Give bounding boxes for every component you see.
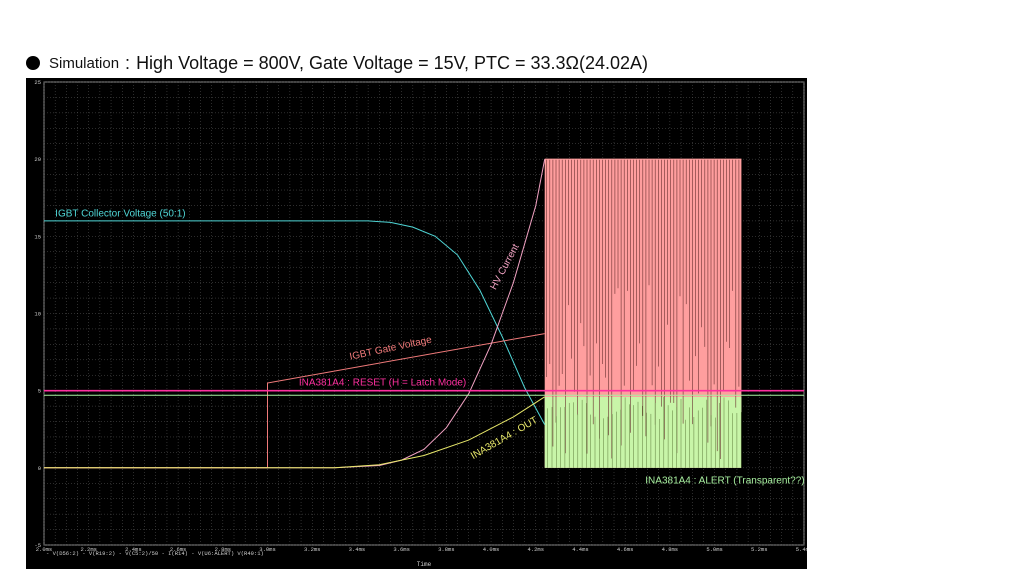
slide-heading: Simulation : High Voltage = 800V, Gate V… xyxy=(26,50,648,76)
x-tick-label: 3.6ms xyxy=(393,546,410,553)
x-tick-label: 4.8ms xyxy=(662,546,679,553)
x-tick-label: 4.2ms xyxy=(528,546,545,553)
bullet-icon xyxy=(26,56,40,70)
x-tick-label: 3.2ms xyxy=(304,546,321,553)
x-tick-label: 4.6ms xyxy=(617,546,634,553)
annotation-current: HV Current xyxy=(488,242,521,292)
waveform-chart: 2.0ms 2.2ms 2.4ms 2.6ms 2.8ms 3.0ms 3.2ms 3.4ms… xyxy=(34,79,807,568)
series-line-collector xyxy=(44,220,546,425)
y-tick-label: 5 xyxy=(38,388,41,395)
x-tick-label: 4.4ms xyxy=(572,546,589,553)
legend: - V(D56:2) - V(R19:2) - V(C5:2)/50 - I(R… xyxy=(46,550,264,557)
x-tick-label: 4.0ms xyxy=(483,546,500,553)
x-axis-label: Time xyxy=(417,561,432,568)
annotation-reset: INA381A4 : RESET (H = Latch Mode) xyxy=(299,377,466,388)
series-line-gate xyxy=(44,333,545,469)
x-tick-label: 5.2ms xyxy=(751,546,768,553)
annotation-gate: IGBT Gate Voltage xyxy=(349,334,434,362)
annotation-collector: IGBT Collector Voltage (50:1) xyxy=(55,208,185,219)
x-tick-label: 5.4ms xyxy=(796,546,807,553)
y-tick-label: 25 xyxy=(34,79,41,86)
y-tick-label: 20 xyxy=(34,156,41,163)
y-tick-label: -5 xyxy=(34,542,41,549)
y-tick-label: 0 xyxy=(38,465,41,472)
heading-separator: : xyxy=(125,52,131,73)
y-tick-label: 10 xyxy=(34,311,41,318)
oscillation-region xyxy=(544,158,742,468)
heading-label: Simulation xyxy=(49,54,120,72)
x-tick-label: 3.8ms xyxy=(438,546,455,553)
heading-text: High Voltage = 800V, Gate Voltage = 15V,… xyxy=(136,52,649,73)
y-tick-label: 15 xyxy=(34,233,41,240)
x-tick-label: 5.0ms xyxy=(706,546,723,553)
annotation-alert: INA381A4 : ALERT (Transparent??) xyxy=(645,475,804,486)
x-tick-label: 3.4ms xyxy=(349,546,366,553)
series-line-out xyxy=(44,396,545,469)
simulation-plot: 2.0ms 2.2ms 2.4ms 2.6ms 2.8ms 3.0ms 3.2ms 3.4ms… xyxy=(26,78,807,569)
